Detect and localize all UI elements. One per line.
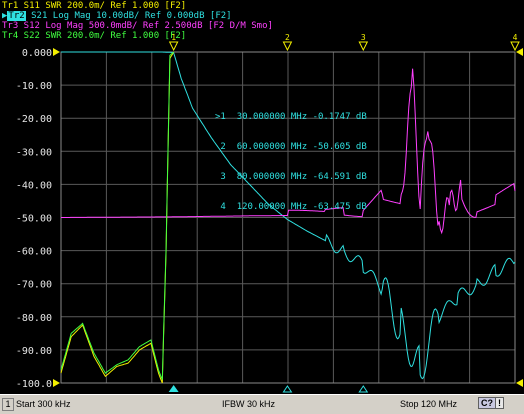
marker-top-label: 2 [285, 33, 290, 42]
y-tick-label: -80.00 [16, 313, 52, 324]
y-tick-label: -90.00 [16, 346, 52, 357]
channel-number[interactable]: 1 [2, 398, 14, 411]
marker-top-label: 1 [171, 33, 176, 42]
ref-level-right-arrow-icon [516, 48, 523, 56]
y-tick-label: -50.00 [16, 214, 52, 225]
marker-top-icon [282, 41, 293, 52]
calibration-button[interactable]: C? [478, 397, 496, 409]
start-frequency[interactable]: Start 300 kHz [16, 399, 71, 409]
y-tick-label: 0.000 [22, 48, 52, 59]
ref-level-bottom-left-arrow-icon [53, 379, 60, 387]
y-tick-label: -10.00 [16, 81, 52, 92]
marker-table: >1 30.000000 MHz -0.1747 dB 2 60.000000 … [215, 92, 367, 222]
warning-button[interactable]: ! [495, 397, 504, 409]
y-tick-label: -40.00 [16, 180, 52, 191]
marker-row: 4 120.00000 MHz -63.475 dB [220, 202, 367, 212]
ifbw-value[interactable]: IFBW 30 kHz [222, 399, 275, 409]
y-tick-label: -30.00 [16, 147, 52, 158]
marker-row: 3 80.000000 MHz -64.591 dB [220, 172, 367, 182]
marker-bottom-icon [282, 385, 293, 393]
marker-top-icon [510, 41, 520, 52]
marker-top-icon [168, 41, 179, 52]
marker-bottom-icon [358, 385, 369, 393]
marker-top-label: 4 [513, 33, 518, 42]
ref-level-bottom-right-arrow-icon [516, 379, 523, 387]
marker-bottom-active-icon [168, 385, 179, 392]
stop-frequency[interactable]: Stop 120 MHz [400, 399, 457, 409]
marker-top-icon [358, 41, 369, 52]
y-tick-label: -60.00 [16, 247, 52, 258]
status-bar: 1 Start 300 kHz IFBW 30 kHz Stop 120 MHz… [0, 394, 524, 414]
marker-row: >1 30.000000 MHz -0.1747 dB [215, 112, 367, 122]
marker-row: 2 60.000000 MHz -50.605 dB [220, 142, 367, 152]
ref-level-left-arrow-icon [53, 48, 60, 56]
y-tick-label: -70.00 [16, 280, 52, 291]
marker-top-label: 3 [361, 33, 366, 42]
y-tick-label: -100.0 [16, 379, 52, 390]
y-tick-label: -20.00 [16, 114, 52, 125]
